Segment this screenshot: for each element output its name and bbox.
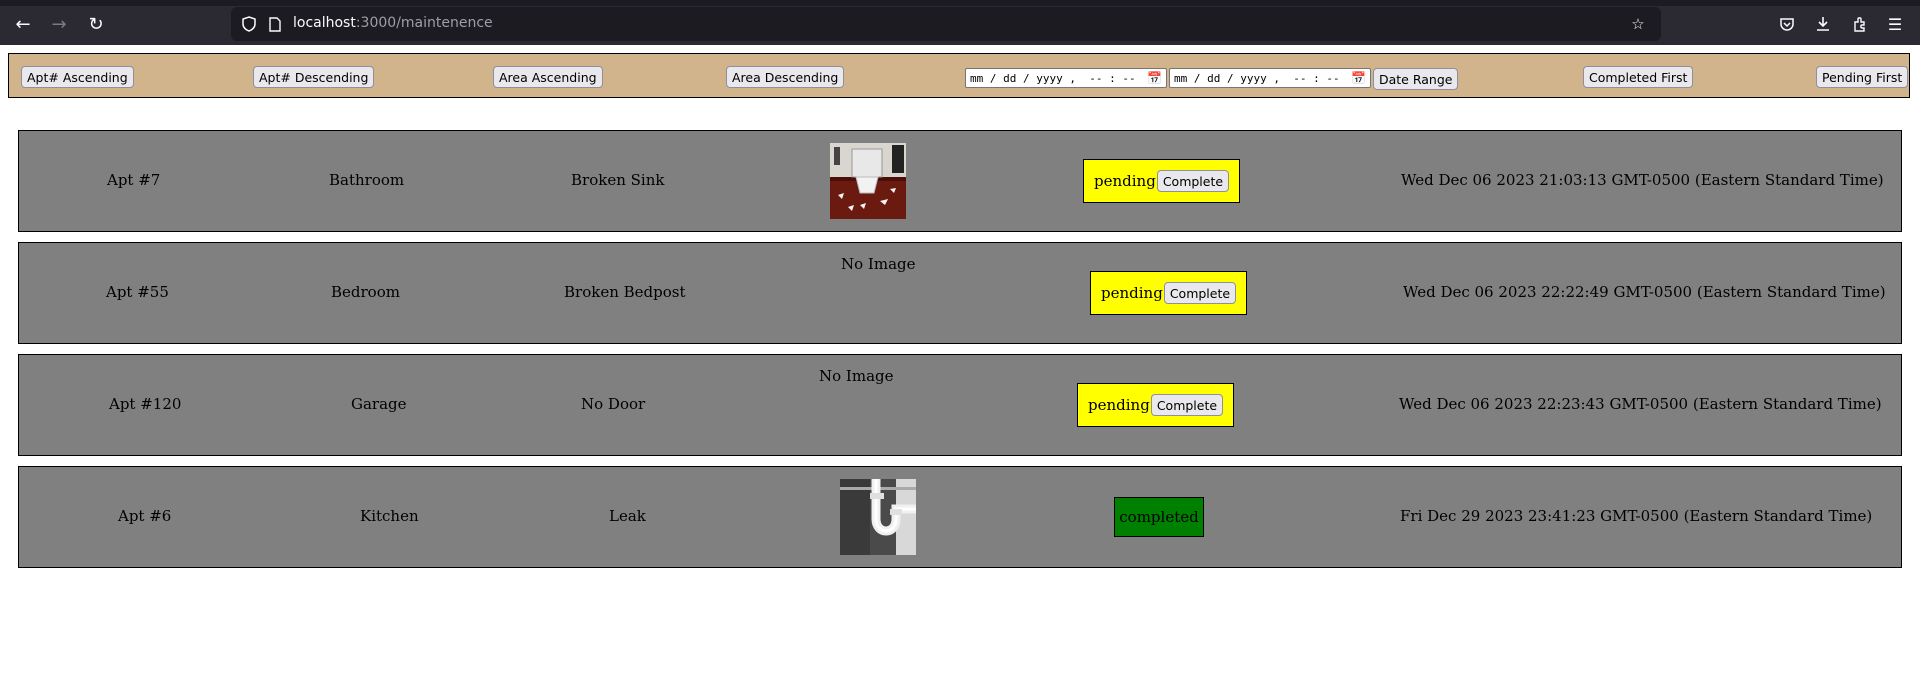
shield-icon[interactable] (239, 14, 259, 34)
download-icon[interactable] (1811, 12, 1835, 36)
pocket-icon[interactable] (1775, 12, 1799, 36)
url-text[interactable]: localhost:3000/maintenence (293, 15, 493, 31)
no-image-label: No Image (819, 367, 894, 385)
request-date: Wed Dec 06 2023 21:03:13 GMT-0500 (Easte… (1401, 171, 1884, 189)
back-arrow-icon[interactable]: ← (11, 12, 35, 36)
date-to-input[interactable]: mm / dd / yyyy , -- : -- -- 📅 (1169, 68, 1371, 88)
area-label: Bedroom (331, 283, 400, 301)
calendar-icon[interactable]: 📅 (1351, 71, 1366, 85)
complete-button[interactable]: Complete (1156, 170, 1230, 192)
url-host: localhost (293, 15, 356, 31)
tab-strip (0, 0, 1920, 6)
calendar-icon[interactable]: 📅 (1147, 71, 1162, 85)
completed-first-button[interactable]: Completed First (1583, 66, 1694, 88)
issue-label: Leak (609, 507, 646, 525)
issue-label: Broken Sink (571, 171, 665, 189)
address-bar[interactable]: localhost:3000/maintenence ☆ (231, 7, 1661, 41)
status-badge: pending Complete (1090, 271, 1248, 315)
area-ascending-button[interactable]: Area Ascending (493, 66, 603, 88)
apt-number: Apt #6 (118, 507, 172, 525)
area-label: Bathroom (329, 171, 405, 189)
sort-toolbar: Apt# Ascending Apt# Descending Area Asce… (8, 53, 1910, 98)
url-path: :3000/maintenence (355, 15, 493, 31)
status-badge: completed (1114, 497, 1204, 537)
bookmark-star-icon[interactable]: ☆ (1628, 14, 1648, 34)
date-to-placeholder: mm / dd / yyyy , -- : -- -- (1174, 71, 1367, 85)
leaky-pipe-photo (840, 479, 916, 555)
apt-descending-button[interactable]: Apt# Descending (253, 66, 375, 88)
status-badge: pending Complete (1083, 159, 1241, 203)
status-badge: pending Complete (1077, 383, 1235, 427)
date-range-button[interactable]: Date Range (1373, 68, 1459, 90)
no-image-label: No Image (841, 255, 916, 273)
area-label: Garage (351, 395, 407, 413)
issue-label: No Door (581, 395, 646, 413)
pending-first-button[interactable]: Pending First (1816, 66, 1909, 88)
status-text: pending (1101, 284, 1163, 302)
request-date: Wed Dec 06 2023 22:23:43 GMT-0500 (Easte… (1399, 395, 1882, 413)
issue-label: Broken Bedpost (564, 283, 686, 301)
request-row: Apt #7 Bathroom Broken Sink pending Comp… (18, 130, 1902, 232)
page-icon[interactable] (265, 14, 285, 34)
status-text: completed (1119, 508, 1199, 526)
reload-icon[interactable]: ↻ (84, 12, 108, 36)
complete-button[interactable]: Complete (1150, 394, 1224, 416)
area-descending-button[interactable]: Area Descending (726, 66, 845, 88)
area-label: Kitchen (360, 507, 419, 525)
apt-number: Apt #55 (106, 283, 169, 301)
status-text: pending (1088, 396, 1150, 414)
request-row: Apt #55 Bedroom Broken Bedpost No Image … (18, 242, 1902, 344)
request-row: Apt #6 Kitchen Leak completed Fri Dec 29… (18, 466, 1902, 568)
broken-sink-photo (830, 143, 906, 219)
apt-ascending-button[interactable]: Apt# Ascending (21, 66, 134, 88)
menu-icon[interactable]: ☰ (1883, 12, 1907, 36)
request-row: Apt #120 Garage No Door No Image pending… (18, 354, 1902, 456)
extensions-icon[interactable] (1848, 12, 1872, 36)
apt-number: Apt #7 (107, 171, 161, 189)
apt-number: Apt #120 (109, 395, 182, 413)
browser-toolbar: ← → ↻ localhost:3000/maintenence ☆ ☰ (0, 0, 1920, 45)
request-date: Wed Dec 06 2023 22:22:49 GMT-0500 (Easte… (1403, 283, 1886, 301)
complete-button[interactable]: Complete (1163, 282, 1237, 304)
date-from-input[interactable]: mm / dd / yyyy , -- : -- -- 📅 (965, 68, 1167, 88)
status-text: pending (1094, 172, 1156, 190)
forward-arrow-icon[interactable]: → (47, 12, 71, 36)
request-date: Fri Dec 29 2023 23:41:23 GMT-0500 (Easte… (1400, 507, 1873, 525)
date-from-placeholder: mm / dd / yyyy , -- : -- -- (970, 71, 1163, 85)
